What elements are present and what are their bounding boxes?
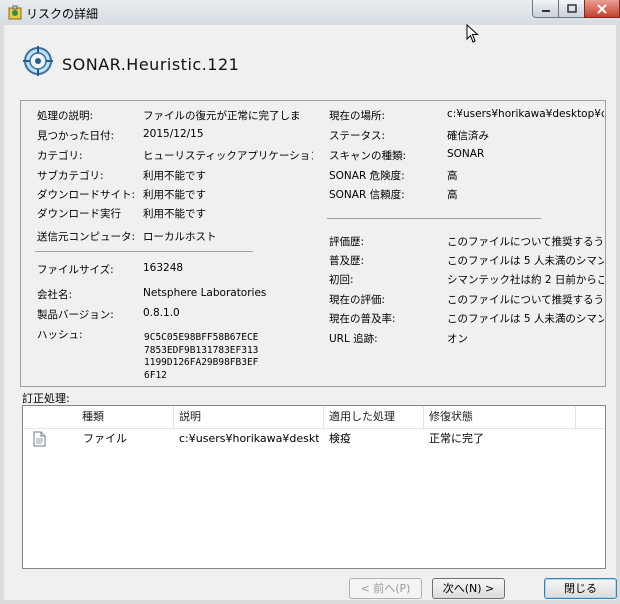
close-window-button[interactable] [584, 0, 620, 18]
detail-label: スキャンの種類: [329, 150, 407, 162]
column-header-action[interactable]: 適用した処理 [324, 406, 424, 428]
maximize-icon [566, 4, 577, 13]
divider [327, 218, 541, 219]
remediation-list-header: 種類 説明 適用した処理 修復状態 [23, 406, 605, 429]
detail-label: ステータス: [329, 130, 386, 142]
detail-value: オン [447, 333, 468, 345]
window-title: リスクの詳細 [26, 7, 99, 21]
detail-value: 利用不能です [143, 170, 206, 182]
detail-value: 2015/12/15 [143, 128, 204, 140]
close-icon [597, 3, 607, 14]
detail-value: このファイルは 5 人未満のシマンテ [447, 313, 604, 325]
detail-label: ファイルサイズ: [37, 264, 114, 276]
next-button[interactable]: 次へ(N) > [432, 578, 505, 599]
target-crosshair-icon [23, 46, 53, 76]
hash-value: 9C5C05E98BFF58B67ECE 7853EDF9B131783EF31… [144, 332, 259, 381]
detail-label: 会社名: [37, 289, 73, 301]
column-header-status[interactable]: 修復状態 [424, 406, 564, 428]
detail-label: URL 追跡: [329, 333, 378, 345]
detail-value: SONAR [447, 148, 485, 160]
detail-label: サブカテゴリ: [37, 170, 104, 182]
detail-value: 高 [447, 189, 458, 201]
remediation-label: 訂正処理: [22, 392, 70, 405]
threat-name: SONAR.Heuristic.121 [62, 55, 240, 74]
detail-value: Netsphere Laboratories [143, 287, 267, 299]
detail-value: このファイルについて推奨するうえで [447, 236, 604, 248]
detail-value: このファイルは 5 人未満のシマンテ [447, 255, 604, 267]
column-header-type[interactable]: 種類 [77, 406, 177, 428]
detail-value: 利用不能です [143, 208, 206, 220]
detail-value: 確信済み [447, 130, 489, 142]
detail-value: 利用不能です [143, 189, 206, 201]
detail-label: 普及歴: [329, 255, 365, 267]
cell-type: ファイル [83, 432, 127, 445]
close-button[interactable]: 閉じる [544, 578, 617, 599]
detail-label: ハッシュ: [37, 329, 83, 341]
detail-value: ローカルホスト [143, 231, 217, 243]
maximize-button[interactable] [558, 0, 585, 18]
detail-value: 0.8.1.0 [143, 307, 180, 319]
detail-label: 製品バージョン: [37, 309, 114, 321]
detail-label: 処理の説明: [37, 110, 94, 122]
detail-value: c:¥users¥horikawa¥desktop¥qsn [447, 108, 604, 120]
cell-action: 検疫 [329, 432, 351, 445]
file-icon [33, 431, 46, 447]
details-panel: 処理の説明: ファイルの復元が正常に完了しまし 見つかった日付: 2015/12… [20, 100, 606, 387]
detail-label: 現在の場所: [329, 110, 386, 122]
minimize-icon [541, 9, 550, 12]
dialog-client-area: SONAR.Heuristic.121 処理の説明: ファイルの復元が正常に完了… [4, 25, 617, 600]
column-header-description[interactable]: 説明 [174, 406, 324, 428]
detail-value: ヒューリスティックアプリケーション [143, 150, 313, 162]
detail-label: 送信元コンピュータ: [37, 231, 136, 243]
minimize-button[interactable] [532, 0, 559, 18]
detail-value: 163248 [143, 262, 184, 274]
mouse-pointer-icon [466, 24, 479, 43]
title-bar[interactable]: リスクの詳細 [0, 0, 620, 25]
detail-label: カテゴリ: [37, 150, 83, 162]
table-row[interactable]: ファイル c:¥users¥horikawa¥deskt… 検疫 正常に完了 [23, 430, 605, 448]
prev-button[interactable]: < 前へ(P) [349, 578, 422, 599]
column-separator [575, 406, 576, 428]
detail-label: SONAR 危険度: [329, 170, 405, 182]
detail-value: このファイルについて推奨するうえで [447, 294, 604, 306]
risk-details-window: リスクの詳細 SONAR.Heuristic.121 処理の説明: ファイルの復… [0, 0, 620, 604]
detail-label: 見つかった日付: [37, 130, 115, 142]
detail-label: 現在の普及率: [329, 313, 396, 325]
security-app-icon [8, 5, 22, 20]
cell-status: 正常に完了 [429, 432, 484, 445]
detail-value: 高 [447, 170, 458, 182]
detail-label: 初回: [329, 274, 354, 286]
detail-label: ダウンロード実行 [37, 208, 121, 220]
detail-label: SONAR 信頼度: [329, 189, 405, 201]
detail-value: ファイルの復元が正常に完了しまし [143, 110, 301, 122]
detail-label: 評価歴: [329, 236, 365, 248]
detail-label: ダウンロードサイト: [37, 189, 136, 201]
divider [35, 251, 253, 252]
remediation-list[interactable]: 種類 説明 適用した処理 修復状態 ファイル c:¥users¥horikawa… [22, 405, 606, 569]
detail-label: 現在の評価: [329, 294, 386, 306]
detail-value: シマンテック社は約 2 日前からこの [447, 274, 604, 286]
cell-description: c:¥users¥horikawa¥deskt… [179, 432, 319, 445]
